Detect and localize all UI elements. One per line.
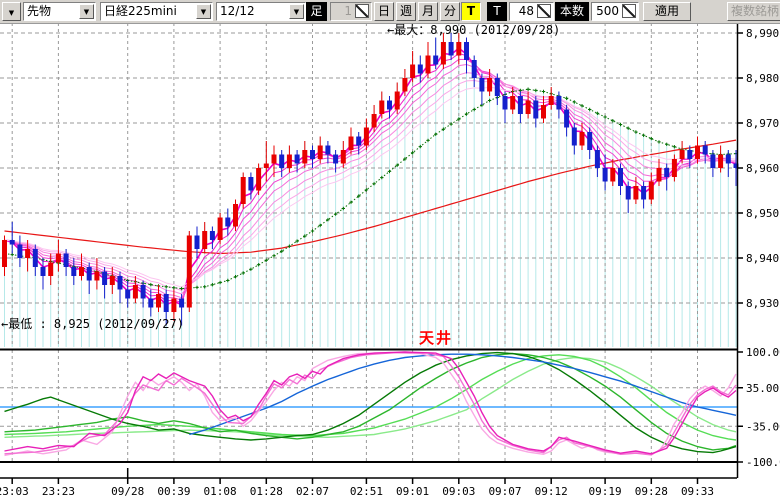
- svg-text:8,940: 8,940: [746, 252, 779, 265]
- svg-text:8,980: 8,980: [746, 72, 779, 85]
- svg-text:09:01: 09:01: [396, 485, 429, 498]
- spinner-icon[interactable]: [622, 4, 636, 18]
- apply-button[interactable]: 適用: [643, 2, 691, 21]
- svg-text:100.00: 100.00: [746, 346, 780, 359]
- tick-count-chip: T: [487, 2, 507, 21]
- svg-text:8,970: 8,970: [746, 117, 779, 130]
- chart-canvas[interactable]: 8,990 8,980 8,970 8,960 8,950 8,940 8,930 100.0…: [0, 0, 780, 500]
- svg-text:8,930: 8,930: [746, 297, 779, 310]
- bar-interval-value: 1: [344, 3, 352, 20]
- svg-text:09:19: 09:19: [589, 485, 622, 498]
- period-day-button[interactable]: 日: [374, 2, 394, 21]
- tick-count-stepper[interactable]: 48: [509, 2, 554, 21]
- period-tick-button[interactable]: T: [461, 2, 481, 21]
- collapse-dropdown-button[interactable]: ▼: [2, 2, 21, 21]
- symbol-select[interactable]: 日経225mini ▼: [100, 2, 213, 21]
- svg-text:00:39: 00:39: [157, 485, 190, 498]
- svg-text:8,960: 8,960: [746, 162, 779, 175]
- market-select-value: 先物: [27, 3, 51, 20]
- chart-window: 8,990 8,980 8,970 8,960 8,950 8,940 8,930 100.0…: [0, 0, 780, 500]
- svg-text:09:03: 09:03: [442, 485, 475, 498]
- svg-text:23:03: 23:03: [0, 485, 29, 498]
- svg-text:35.00: 35.00: [746, 382, 779, 395]
- contract-month-select[interactable]: 12/12 ▼: [216, 2, 306, 21]
- bar-interval-stepper[interactable]: 1: [330, 2, 372, 21]
- bars-count-chip: 本数: [555, 2, 589, 21]
- svg-text:23:23: 23:23: [42, 485, 75, 498]
- svg-text:09:12: 09:12: [535, 485, 568, 498]
- multi-symbol-button[interactable]: 複数銘柄: [727, 2, 780, 21]
- spinner-icon[interactable]: [355, 4, 369, 18]
- svg-text:8,990: 8,990: [746, 27, 779, 40]
- chevron-down-icon[interactable]: ▼: [196, 4, 211, 19]
- svg-text:-100.00: -100.00: [746, 456, 780, 469]
- svg-text:09/28: 09/28: [111, 485, 144, 498]
- svg-text:8,950: 8,950: [746, 207, 779, 220]
- svg-text:02:51: 02:51: [350, 485, 383, 498]
- period-minute-button[interactable]: 分: [440, 2, 460, 21]
- bar-type-chip: 足: [306, 2, 327, 21]
- contract-month-value: 12/12: [220, 3, 255, 20]
- min-price-annotation: ←最低 : 8,925 (2012/09/27): [1, 315, 184, 332]
- svg-text:02:07: 02:07: [296, 485, 329, 498]
- spinner-icon[interactable]: [537, 4, 551, 18]
- period-week-button[interactable]: 週: [396, 2, 416, 21]
- market-select[interactable]: 先物 ▼: [23, 2, 96, 21]
- bars-count-value: 500: [596, 3, 619, 20]
- svg-text:09:33: 09:33: [681, 485, 714, 498]
- svg-text:09:07: 09:07: [488, 485, 521, 498]
- svg-text:-35.00: -35.00: [746, 420, 780, 433]
- svg-text:01:28: 01:28: [250, 485, 283, 498]
- svg-text:01:08: 01:08: [204, 485, 237, 498]
- svg-text:09:28: 09:28: [635, 485, 668, 498]
- chevron-down-icon: ▼: [9, 9, 14, 17]
- chevron-down-icon[interactable]: ▼: [289, 4, 304, 19]
- period-month-button[interactable]: 月: [418, 2, 438, 21]
- bars-count-stepper[interactable]: 500: [591, 2, 639, 21]
- ceiling-annotation: 天井: [419, 327, 453, 348]
- tick-count-value: 48: [519, 3, 534, 20]
- toolbar: ▼ 先物 ▼ 日経225mini ▼ 12/12 ▼ 足 1 日 週 月 分 T…: [0, 0, 780, 24]
- chevron-down-icon[interactable]: ▼: [79, 4, 94, 19]
- symbol-select-value: 日経225mini: [104, 3, 177, 20]
